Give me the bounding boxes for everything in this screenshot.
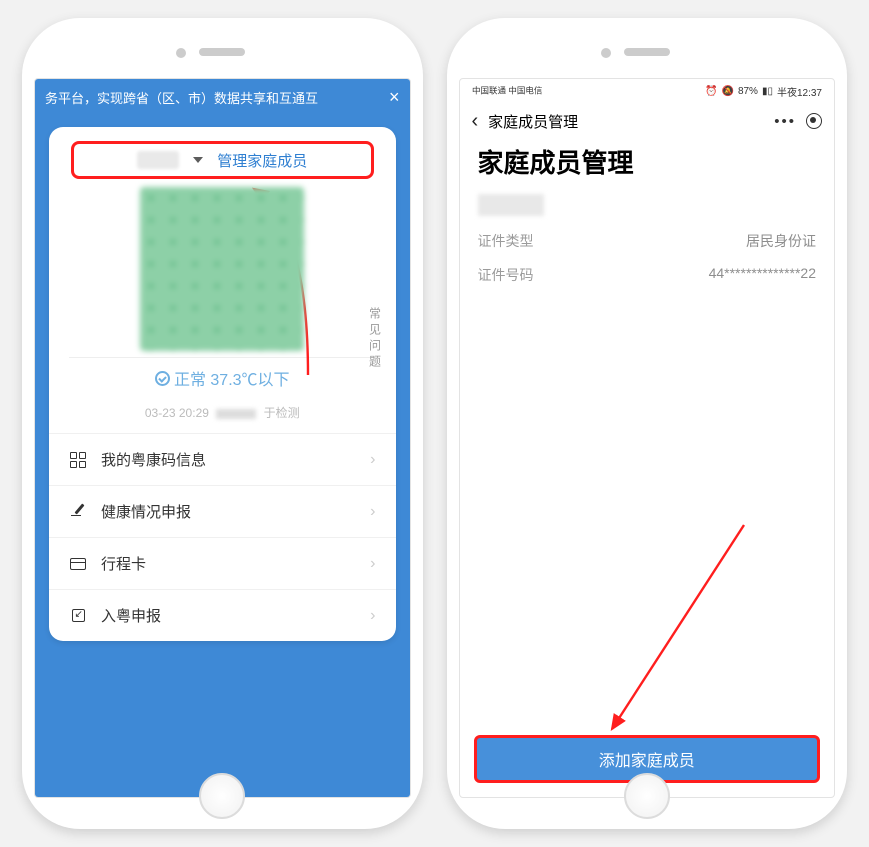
carrier-label: 中国联通 中国电信 <box>472 87 542 96</box>
chevron-right-icon: › <box>370 607 375 625</box>
screen-left: 务平台，实现跨省（区、市）数据共享和互通互 × 管理家庭成员 常见问题 正常 3 <box>34 78 411 798</box>
ts-suffix: 于检测 <box>264 406 300 420</box>
status-text: 正常 37.3℃以下 <box>174 366 290 390</box>
more-icon[interactable]: ••• <box>774 113 796 130</box>
clock-time: 半夜12:37 <box>777 84 822 99</box>
grid-icon <box>69 451 87 469</box>
battery-icon: ▮▯ <box>762 86 773 97</box>
screen-right: 中国联通 中国电信 ⏰ 🔕 87% ▮▯ 半夜12:37 ‹ 家庭成员管理 ••… <box>459 78 836 798</box>
health-code-card: 管理家庭成员 常见问题 正常 37.3℃以下 03-23 20:29 于检测 <box>49 127 396 641</box>
menu-travel-card[interactable]: 行程卡 › <box>49 537 396 589</box>
chevron-right-icon: › <box>370 503 375 521</box>
action-menu: 我的粤康码信息 › 健康情况申报 › 行程卡 › <box>49 433 396 641</box>
current-member-name <box>137 151 179 169</box>
chevron-down-icon[interactable] <box>193 157 203 163</box>
battery-pct: 87% <box>738 86 758 97</box>
faq-side-tab[interactable]: 常见问题 <box>367 307 384 371</box>
notice-banner: 务平台，实现跨省（区、市）数据共享和互通互 × <box>35 79 410 115</box>
id-type-label: 证件类型 <box>478 231 534 251</box>
alarm-icon: ⏰ <box>705 86 717 97</box>
card-icon <box>69 555 87 573</box>
manage-family-link[interactable]: 管理家庭成员 <box>217 150 307 171</box>
nav-actions: ••• <box>774 113 822 130</box>
id-number-row: 证件号码 44**************22 <box>478 258 817 292</box>
nav-title: 家庭成员管理 <box>488 111 578 132</box>
menu-my-code-info[interactable]: 我的粤康码信息 › <box>49 433 396 485</box>
target-icon[interactable] <box>806 113 822 129</box>
callout-arrow-icon <box>594 517 754 737</box>
menu-label: 健康情况申报 <box>101 501 191 522</box>
back-icon[interactable]: ‹ <box>472 110 489 133</box>
id-type-value: 居民身份证 <box>746 231 816 251</box>
main-panel: 管理家庭成员 常见问题 正常 37.3℃以下 03-23 20:29 于检测 <box>35 115 410 797</box>
status-bar: 中国联通 中国电信 ⏰ 🔕 87% ▮▯ 半夜12:37 <box>460 79 835 101</box>
id-number-label: 证件号码 <box>478 265 534 285</box>
phone-mockup-left: 务平台，实现跨省（区、市）数据共享和互通互 × 管理家庭成员 常见问题 正常 3 <box>22 18 423 829</box>
banner-text: 务平台，实现跨省（区、市）数据共享和互通互 <box>45 88 318 107</box>
page-title: 家庭成员管理 <box>460 141 835 194</box>
qr-code <box>140 187 304 351</box>
home-button[interactable] <box>624 773 670 819</box>
menu-health-report[interactable]: 健康情况申报 › <box>49 485 396 537</box>
pen-icon <box>69 503 87 521</box>
family-selector-row[interactable]: 管理家庭成员 <box>71 141 374 179</box>
menu-enter-gd-report[interactable]: 入粤申报 › <box>49 589 396 641</box>
id-number-value: 44**************22 <box>709 265 816 285</box>
menu-label: 我的粤康码信息 <box>101 449 206 470</box>
menu-label: 行程卡 <box>101 553 146 574</box>
last-check-timestamp: 03-23 20:29 于检测 <box>49 398 396 433</box>
temperature-status: 正常 37.3℃以下 <box>69 357 376 398</box>
menu-label: 入粤申报 <box>101 605 161 626</box>
silent-icon: 🔕 <box>721 86 733 97</box>
member-name-blur <box>478 194 544 216</box>
phone-mockup-right: 中国联通 中国电信 ⏰ 🔕 87% ▮▯ 半夜12:37 ‹ 家庭成员管理 ••… <box>447 18 848 829</box>
enter-icon <box>69 607 87 625</box>
ts-location-blur <box>216 409 256 419</box>
id-type-row: 证件类型 居民身份证 <box>478 224 817 258</box>
close-icon[interactable]: × <box>389 88 400 106</box>
home-button[interactable] <box>199 773 245 819</box>
check-circle-icon <box>155 371 170 386</box>
member-info-block: 证件类型 居民身份证 证件号码 44**************22 <box>460 194 835 292</box>
status-bar-right: ⏰ 🔕 87% ▮▯ 半夜12:37 <box>705 84 822 99</box>
ts-date: 03-23 20:29 <box>145 406 209 420</box>
add-button-label: 添加家庭成员 <box>599 747 695 771</box>
nav-bar: ‹ 家庭成员管理 ••• <box>460 101 835 141</box>
chevron-right-icon: › <box>370 555 375 573</box>
chevron-right-icon: › <box>370 451 375 469</box>
